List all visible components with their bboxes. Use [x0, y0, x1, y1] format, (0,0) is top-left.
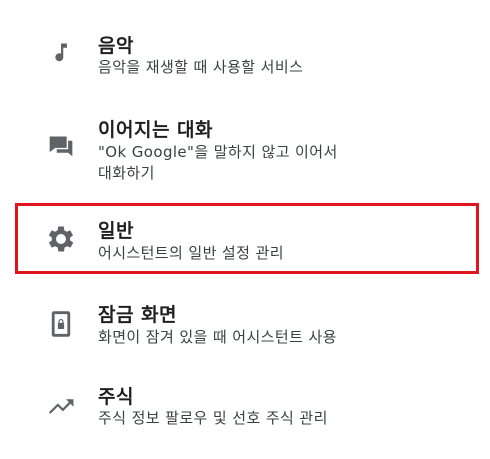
settings-item-title: 주식: [98, 386, 134, 408]
settings-item-continued-conversation[interactable]: 이어지는 대화 "Ok Google"을 말하지 않고 이어서 대화하기: [0, 100, 490, 195]
settings-list: 음악 음악을 재생할 때 사용할 서비스 이어지는 대화 "Ok Google"…: [0, 0, 490, 459]
settings-item-stocks[interactable]: 주식 주식 정보 팔로우 및 선호 주식 관리: [0, 370, 490, 455]
settings-item-subtitle: 화면이 잠겨 있을 때 어시스턴트 사용: [98, 328, 337, 346]
settings-item-title: 이어지는 대화: [98, 119, 213, 141]
settings-item-subtitle: "Ok Google"을 말하지 않고 이어서: [98, 143, 338, 161]
lock-screen-icon: [44, 307, 78, 341]
settings-item-music[interactable]: 음악 음악을 재생할 때 사용할 서비스: [0, 0, 490, 95]
settings-item-subtitle: 주식 정보 팔로우 및 선호 주식 관리: [98, 409, 328, 427]
trending-up-icon: [44, 390, 78, 424]
highlight-box: [15, 203, 479, 274]
music-note-icon: [44, 35, 78, 69]
settings-item-subtitle-line2: 대화하기: [98, 164, 155, 182]
settings-item-lock-screen[interactable]: 잠금 화면 화면이 잠겨 있을 때 어시스턴트 사용: [0, 285, 490, 365]
chat-bubble-icon: [44, 128, 78, 162]
settings-item-subtitle: 음악을 재생할 때 사용할 서비스: [98, 58, 304, 76]
settings-item-title: 음악: [98, 35, 134, 57]
settings-item-title: 잠금 화면: [98, 304, 178, 326]
